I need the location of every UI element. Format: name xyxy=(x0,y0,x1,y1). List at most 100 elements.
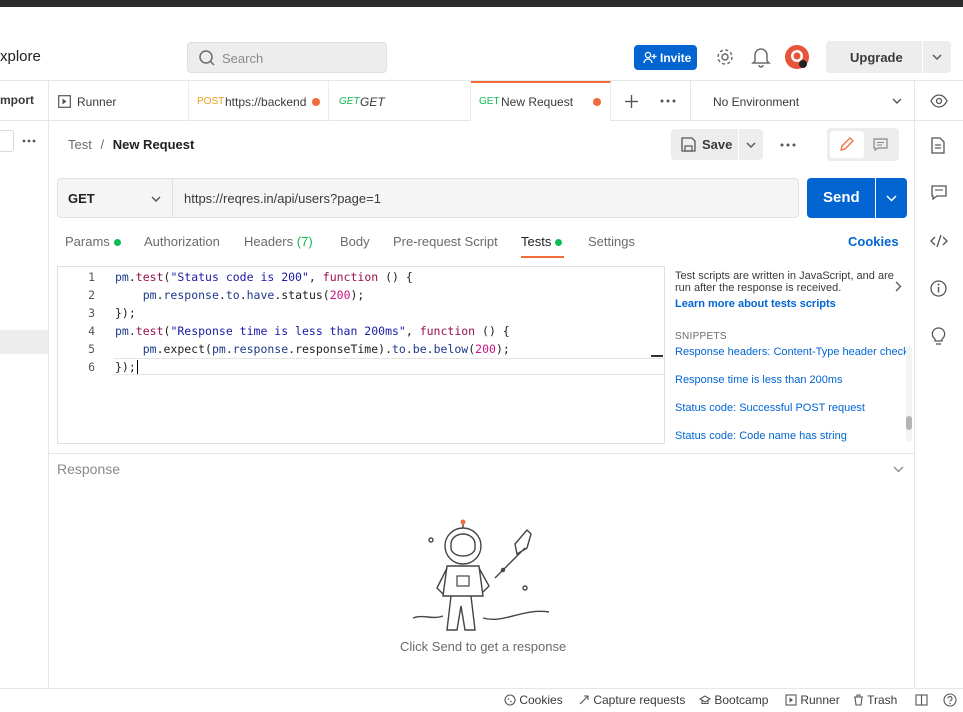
unsaved-dot xyxy=(312,98,320,106)
bell-icon[interactable] xyxy=(751,46,771,68)
more-icon[interactable] xyxy=(660,99,676,103)
tab-headers[interactable]: Headers (7) xyxy=(244,234,313,249)
import-button[interactable]: mport xyxy=(0,93,34,107)
editor-split-divider[interactable] xyxy=(664,266,665,444)
eye-icon[interactable] xyxy=(930,94,948,108)
avatar[interactable] xyxy=(784,44,810,70)
tab-method: GET xyxy=(479,96,500,107)
environment-select[interactable]: No Environment xyxy=(713,95,799,109)
sidebar-selected-item[interactable] xyxy=(0,330,48,354)
tab-new-request[interactable]: GET New Request xyxy=(471,81,611,121)
unsaved-dot xyxy=(593,98,601,106)
snippet-link[interactable]: Response headers: Content-Type header ch… xyxy=(675,346,909,358)
documentation-icon[interactable] xyxy=(931,137,945,154)
request-url-bar: GET https://reqres.in/api/users?page=1 xyxy=(57,178,799,218)
search-placeholder: Search xyxy=(222,51,264,66)
chevron-down-icon[interactable] xyxy=(893,465,904,473)
line-number: 5 xyxy=(88,342,95,356)
chevron-right-icon[interactable] xyxy=(895,281,902,292)
footer-runner[interactable]: Runner xyxy=(785,693,840,707)
tab-post-backend[interactable]: POST https://backend xyxy=(189,81,329,121)
explore-nav-item[interactable]: xplore xyxy=(0,48,41,65)
help-icon[interactable] xyxy=(943,693,957,707)
runner-icon xyxy=(58,95,71,108)
method-select[interactable]: GET xyxy=(58,179,173,217)
tab-method: GET xyxy=(339,96,360,107)
snippet-link[interactable]: Response time is less than 200ms xyxy=(675,374,843,386)
url-input[interactable]: https://reqres.in/api/users?page=1 xyxy=(184,191,381,206)
tab-label: Runner xyxy=(77,95,117,109)
info-icon[interactable] xyxy=(930,280,947,297)
footer-cookies[interactable]: Cookies xyxy=(504,693,563,707)
plus-icon[interactable] xyxy=(624,94,639,109)
footer-capture-requests[interactable]: Capture requests xyxy=(578,693,685,707)
line-number: 3 xyxy=(88,306,95,320)
tests-help-text: Test scripts are written in JavaScript, … xyxy=(675,270,894,294)
tab-method: POST xyxy=(197,96,225,107)
comments-icon[interactable] xyxy=(931,185,947,200)
tab-body[interactable]: Body xyxy=(340,234,370,249)
breadcrumb-separator: / xyxy=(100,137,105,152)
gear-icon[interactable] xyxy=(714,46,736,68)
snippets-scrollbar-track[interactable] xyxy=(906,346,912,442)
tab-headers-label: Headers xyxy=(244,234,294,249)
cookie-icon xyxy=(504,694,516,706)
tab-params[interactable]: Params xyxy=(65,234,121,249)
chevron-down-icon[interactable] xyxy=(892,97,902,105)
chevron-down-icon xyxy=(151,196,161,202)
footer-trash[interactable]: Trash xyxy=(853,693,897,707)
breadcrumb-collection[interactable]: Test xyxy=(68,137,92,152)
response-empty-hint: Click Send to get a response xyxy=(400,639,567,654)
trash-icon xyxy=(854,694,863,706)
save-dropdown-button[interactable] xyxy=(739,129,763,160)
two-pane-icon[interactable] xyxy=(915,694,928,706)
invite-label: Invite xyxy=(660,51,692,65)
breadcrumb: Test / New Request xyxy=(68,137,194,152)
invite-button[interactable]: Invite xyxy=(634,45,697,70)
app-header xyxy=(0,7,963,81)
snippet-link[interactable]: Status code: Code name has string xyxy=(675,430,847,442)
chevron-down-icon xyxy=(932,54,942,60)
cookies-link[interactable]: Cookies xyxy=(848,234,899,249)
search-input[interactable]: Search xyxy=(187,42,387,73)
tab-authorization[interactable]: Authorization xyxy=(144,234,220,249)
astronaut-illustration xyxy=(412,519,550,631)
edit-mode-button[interactable] xyxy=(830,131,864,158)
active-tab-indicator xyxy=(521,256,564,258)
tab-tests[interactable]: Tests xyxy=(521,234,563,249)
tab-prerequest-script[interactable]: Pre-request Script xyxy=(393,234,498,249)
tab-params-label: Params xyxy=(65,234,110,249)
save-button[interactable]: Save xyxy=(671,129,738,160)
chevron-down-icon xyxy=(886,195,897,202)
comment-mode-icon[interactable] xyxy=(873,138,888,151)
line-number: 6 xyxy=(88,360,95,374)
snippets-heading: SNIPPETS xyxy=(675,331,727,342)
upgrade-dropdown-button[interactable] xyxy=(923,41,951,73)
method-value: GET xyxy=(68,191,95,206)
tests-code-editor[interactable]: 1 2 3 4 5 6 pm.test("Status code is 200"… xyxy=(57,266,665,444)
lightbulb-icon[interactable] xyxy=(930,327,947,346)
sidebar-filter-input[interactable] xyxy=(0,130,14,152)
response-divider[interactable] xyxy=(49,453,914,454)
learn-more-link[interactable]: Learn more about tests scripts xyxy=(675,298,836,310)
window-top-bar xyxy=(0,0,963,7)
code-icon[interactable] xyxy=(930,234,948,248)
line-number: 1 xyxy=(88,270,95,284)
breadcrumb-request[interactable]: New Request xyxy=(113,137,195,152)
tab-get[interactable]: GET GET xyxy=(329,81,471,121)
save-icon xyxy=(681,137,696,152)
view-mode-toggle xyxy=(827,128,899,161)
status-dot xyxy=(555,239,563,247)
more-icon[interactable] xyxy=(780,143,796,147)
tab-tests-label: Tests xyxy=(521,234,552,249)
more-icon[interactable] xyxy=(22,139,36,143)
send-dropdown-button[interactable] xyxy=(876,178,907,218)
snippet-link[interactable]: Status code: Successful POST request xyxy=(675,402,865,414)
footer-capture-label: Capture requests xyxy=(593,693,686,707)
footer-bootcamp[interactable]: Bootcamp xyxy=(698,693,768,707)
tab-runner[interactable]: Runner xyxy=(49,81,189,121)
snippets-scrollbar-thumb[interactable] xyxy=(906,416,912,430)
tab-settings[interactable]: Settings xyxy=(588,234,635,249)
upgrade-button[interactable]: Upgrade xyxy=(826,41,922,73)
send-button[interactable]: Send xyxy=(807,178,875,218)
